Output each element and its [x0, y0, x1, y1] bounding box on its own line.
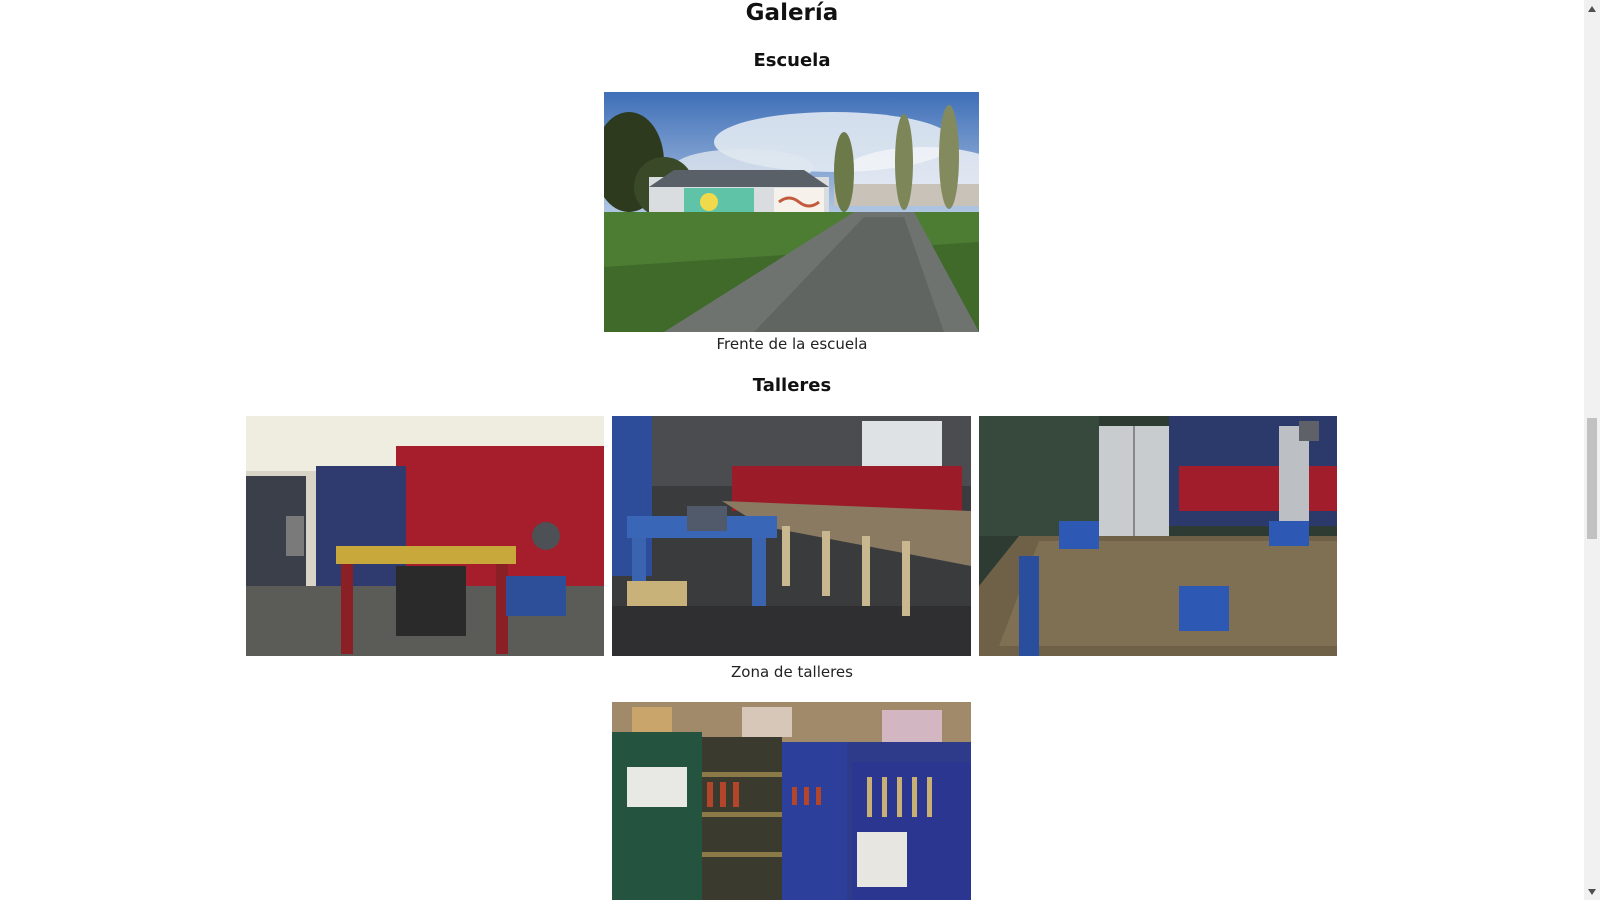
gallery-page: Galería Escuela Frente de la escuela Tal… — [0, 0, 1584, 900]
scroll-up-arrow-icon[interactable] — [1584, 0, 1600, 17]
workshop-photo-tables[interactable] — [612, 416, 971, 656]
workshop-photo-red-wall[interactable] — [246, 416, 604, 656]
section-heading-talleres: Talleres — [752, 375, 832, 396]
photo-caption-escuela: Frente de la escuela — [716, 335, 868, 353]
photo-caption-talleres: Zona de talleres — [731, 663, 853, 681]
workshop-photo-workbench[interactable] — [979, 416, 1337, 656]
page-title: Galería — [745, 0, 839, 26]
workshop-photo-tools[interactable] — [612, 702, 971, 900]
vertical-scrollbar[interactable] — [1584, 0, 1600, 900]
school-front-photo[interactable] — [604, 92, 979, 332]
scroll-down-arrow-icon[interactable] — [1584, 883, 1600, 900]
scrollbar-thumb[interactable] — [1587, 418, 1597, 539]
section-heading-escuela: Escuela — [753, 50, 831, 71]
